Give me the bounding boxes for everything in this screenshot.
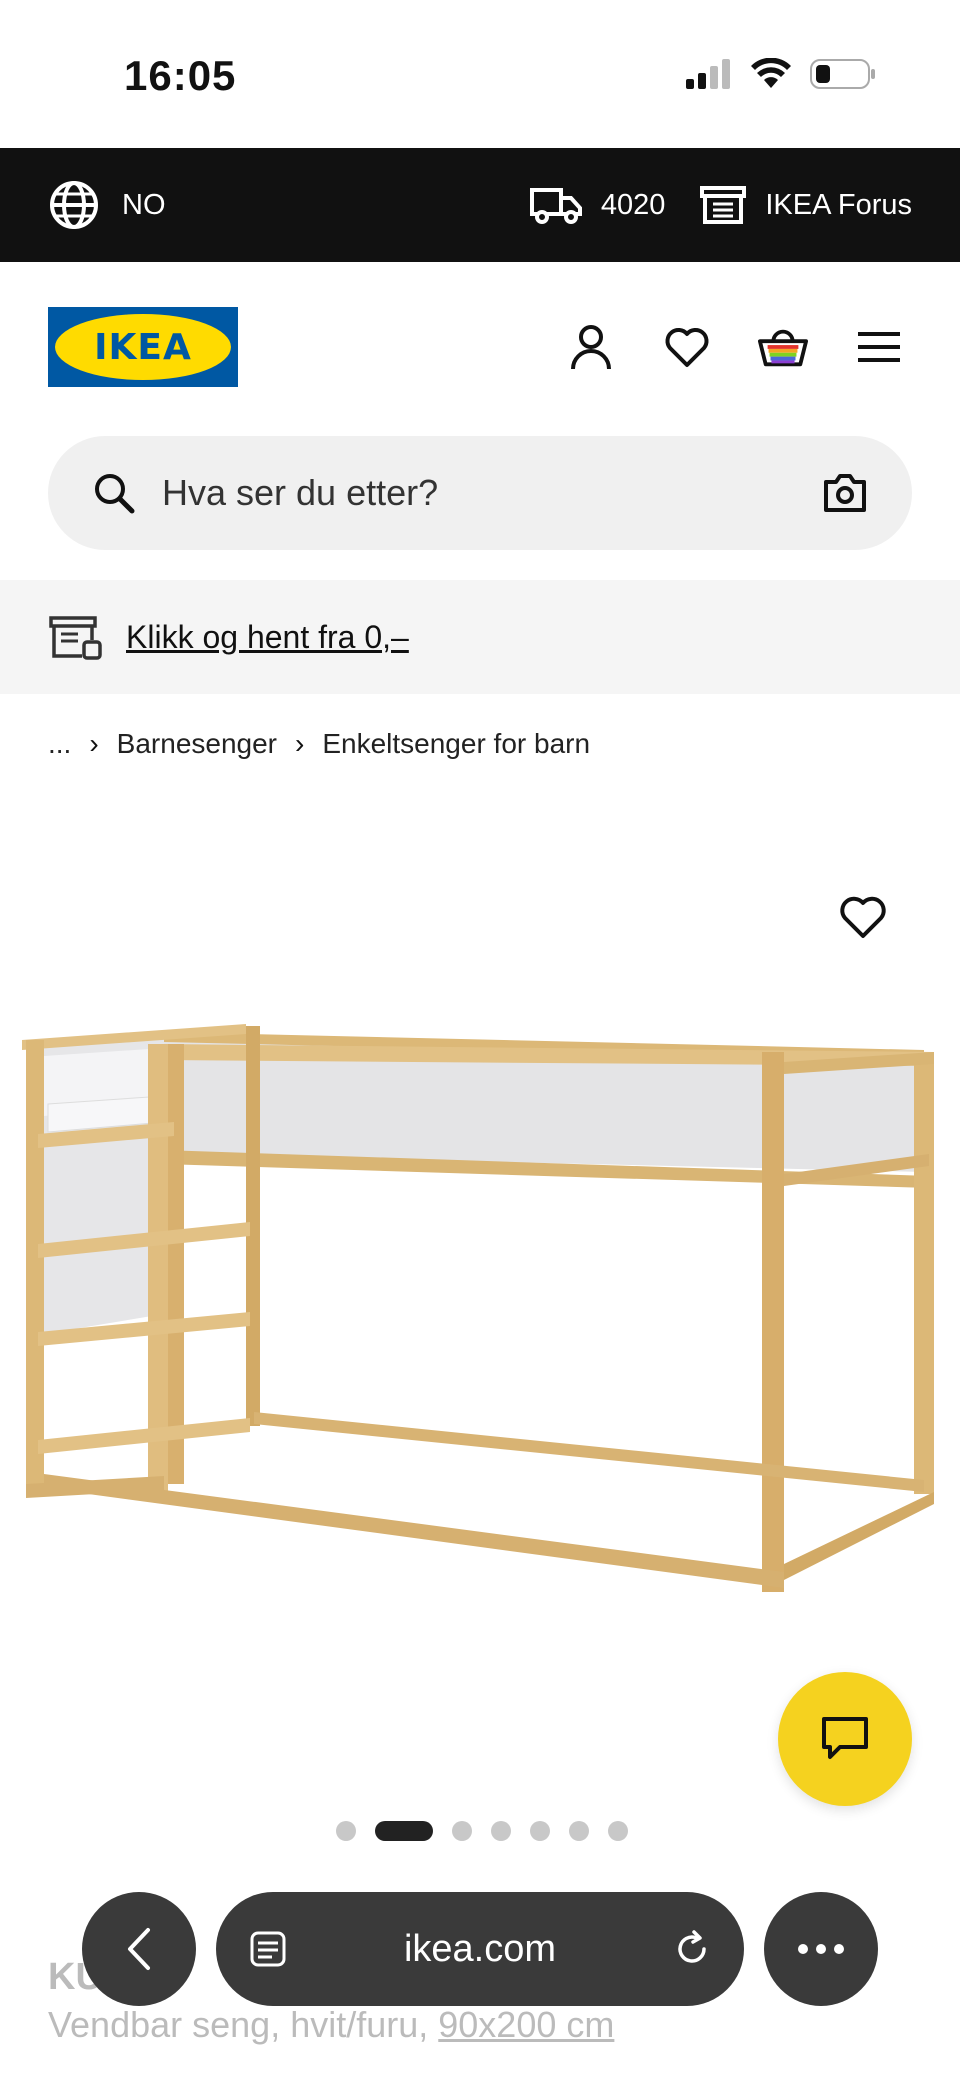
carousel-dot[interactable] [336,1821,356,1841]
chevron-left-icon [128,1928,150,1970]
browser-more-button[interactable] [764,1892,878,2006]
battery-icon [810,59,875,89]
carousel-dot[interactable] [491,1821,511,1841]
breadcrumb: ... › Barnesenger › Enkeltsenger for bar… [48,722,590,766]
breadcrumb-ellipsis[interactable]: ... [48,728,71,760]
status-icons [686,58,876,90]
store-selector[interactable]: IKEA Forus [699,184,912,226]
status-bar: 16:05 [0,0,960,148]
carousel-dot[interactable] [375,1821,433,1841]
camera-icon[interactable] [822,470,868,516]
search-bar[interactable]: Hva ser du etter? [48,436,912,550]
chevron-right-icon: › [89,728,99,759]
menu-button[interactable] [854,322,904,372]
carousel-dot[interactable] [608,1821,628,1841]
carousel-dot[interactable] [452,1821,472,1841]
status-time: 16:05 [124,52,237,99]
product-description-text: Vendbar seng, hvit/furu, [48,2004,429,2045]
product-image-loft-bed [22,1024,934,1592]
carousel-dot[interactable] [530,1821,550,1841]
search-icon [95,474,135,514]
carousel-dot[interactable] [569,1821,589,1841]
header: IKEA [0,262,960,432]
browser-address-bar[interactable]: ikea.com [216,1892,744,2006]
wifi-icon [751,58,791,88]
store-pickup-icon [49,616,102,660]
reload-icon[interactable] [672,1929,712,1969]
product-size-link[interactable]: 90x200 cm [438,2004,614,2045]
reader-icon[interactable] [248,1929,288,1969]
postal-code: 4020 [600,188,666,221]
hamburger-icon [858,332,900,362]
favourites-button[interactable] [662,322,712,372]
click-collect-link[interactable]: Klikk og hent fra 0,– [126,619,409,656]
store-icon [700,186,747,224]
search-input[interactable]: Hva ser du etter? [162,472,822,514]
heart-icon [665,328,709,367]
truck-icon [529,188,582,224]
ikea-logo[interactable]: IKEA [48,307,238,387]
top-bar: NO 4020 IKEA Forus [0,148,960,262]
add-to-favourites-heart-icon[interactable] [838,892,888,942]
browser-url: ikea.com [403,1927,557,1970]
basket-icon [758,329,808,367]
chat-button[interactable] [778,1672,912,1806]
chat-icon [822,1717,868,1759]
cart-button[interactable] [758,322,808,372]
logo-text: IKEA [94,326,192,368]
breadcrumb-item-enkeltsenger[interactable]: Enkeltsenger for barn [322,728,590,760]
click-collect-banner[interactable]: Klikk og hent fra 0,– [0,580,960,694]
browser-back-button[interactable] [82,1892,196,2006]
chevron-right-icon: › [295,728,305,759]
language-code: NO [122,188,166,221]
more-dots-icon [798,1944,844,1954]
person-icon [571,325,611,370]
delivery-postal-code[interactable]: 4020 [529,184,666,226]
language-selector[interactable]: NO [48,179,166,231]
account-button[interactable] [566,322,616,372]
breadcrumb-item-barnesenger[interactable]: Barnesenger [117,728,277,760]
product-description: Vendbar seng, hvit/furu, 90x200 cm [48,2004,614,2046]
store-name: IKEA Forus [765,188,912,221]
carousel-indicators [336,1821,628,1841]
globe-icon [50,181,98,229]
signal-icon [686,59,730,89]
